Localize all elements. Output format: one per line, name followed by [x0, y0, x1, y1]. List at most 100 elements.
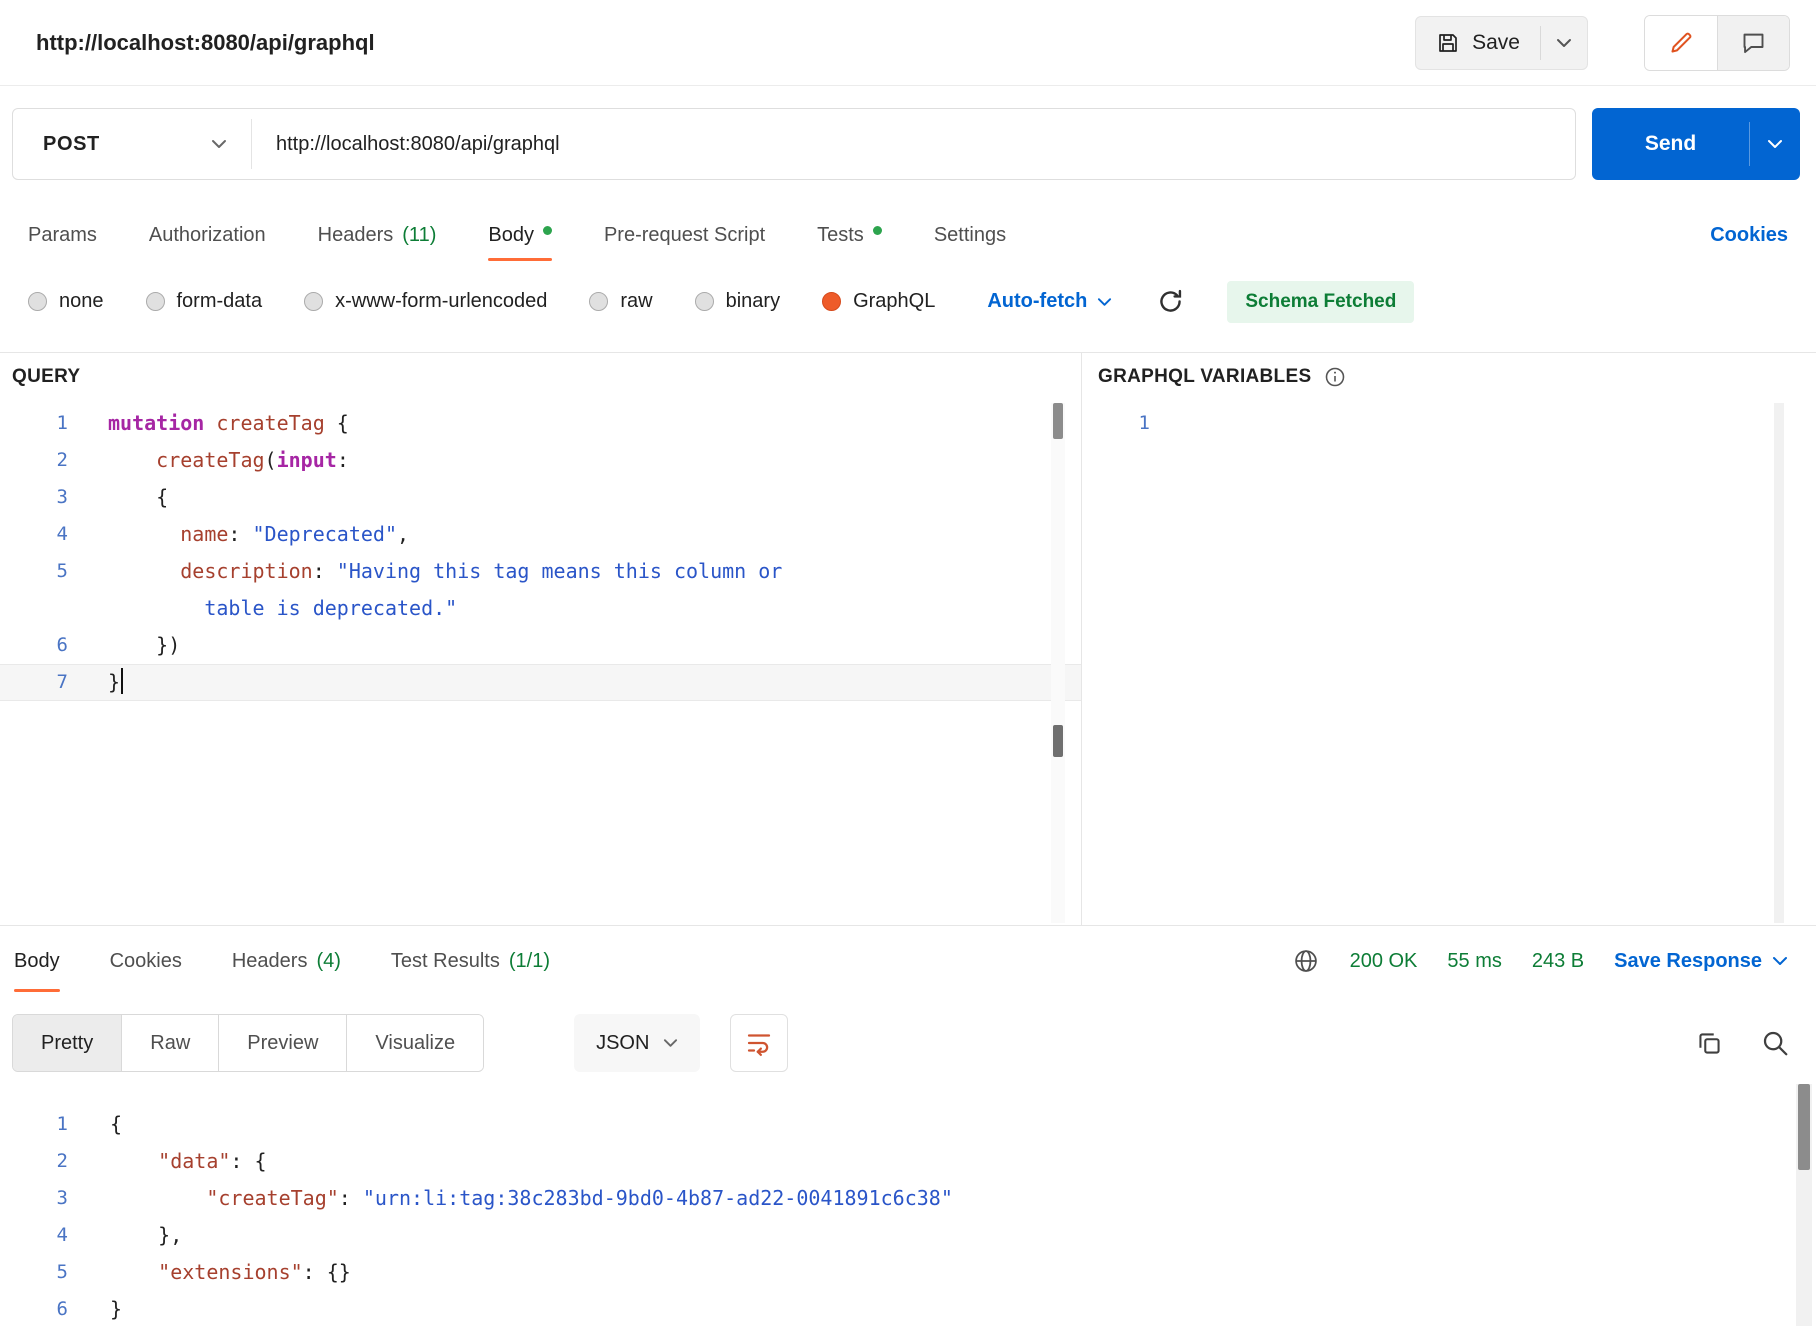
save-options-button[interactable]: [1541, 17, 1587, 69]
code-line[interactable]: 1mutation createTag {: [0, 405, 1081, 442]
send-options-button[interactable]: [1750, 108, 1800, 180]
save-response-dropdown[interactable]: Save Response: [1614, 950, 1788, 973]
query-scrollbar[interactable]: [1051, 403, 1065, 923]
tab-headers[interactable]: Headers (11): [318, 205, 437, 265]
code-text: }: [92, 1291, 122, 1328]
response-tab-cookies[interactable]: Cookies: [110, 926, 182, 996]
response-body-viewer[interactable]: 1{2 "data": {3 "createTag": "urn:li:tag:…: [0, 1080, 1816, 1330]
tab-label: Tests: [817, 224, 864, 247]
tab-pre-request-script[interactable]: Pre-request Script: [604, 205, 765, 265]
send-button[interactable]: Send: [1592, 108, 1749, 180]
tab-body[interactable]: Body: [488, 205, 552, 265]
body-type-form-data[interactable]: form-data: [146, 290, 263, 313]
comments-button[interactable]: [1717, 16, 1789, 70]
scrollbar-thumb[interactable]: [1798, 1084, 1810, 1170]
copy-icon: [1695, 1029, 1724, 1058]
save-response-label: Save Response: [1614, 950, 1762, 973]
line-number: 5: [0, 1254, 92, 1291]
variables-editor[interactable]: 1: [1082, 401, 1816, 925]
line-number: 6: [0, 1291, 92, 1328]
view-preview-button[interactable]: Preview: [218, 1015, 346, 1071]
query-panel-title: QUERY: [12, 366, 80, 388]
save-button[interactable]: Save: [1416, 17, 1540, 69]
tab-label: Pre-request Script: [604, 224, 765, 247]
body-type-none[interactable]: none: [28, 290, 104, 313]
copy-response-button[interactable]: [1695, 1029, 1724, 1058]
code-line[interactable]: 2 createTag(input:: [0, 442, 1081, 479]
code-line[interactable]: table is deprecated.": [0, 590, 1081, 627]
search-response-button[interactable]: [1760, 1028, 1790, 1058]
response-tab-body[interactable]: Body: [14, 926, 60, 996]
code-line[interactable]: 2 "data": {: [0, 1143, 1816, 1180]
body-type-x-www-form-urlencoded[interactable]: x-www-form-urlencoded: [304, 290, 547, 313]
send-button-group: Send: [1592, 108, 1800, 180]
info-icon[interactable]: [1323, 365, 1347, 389]
refresh-schema-button[interactable]: [1156, 287, 1185, 316]
scrollbar-thumb[interactable]: [1053, 403, 1063, 439]
line-number: [0, 590, 96, 627]
url-input[interactable]: [252, 109, 1575, 179]
globe-icon[interactable]: [1292, 947, 1320, 975]
code-line[interactable]: 6}: [0, 1291, 1816, 1328]
code-line[interactable]: 4 name: "Deprecated",: [0, 516, 1081, 553]
save-icon: [1436, 31, 1460, 55]
tab-label: Headers: [318, 224, 394, 247]
edit-request-button[interactable]: [1645, 16, 1717, 70]
status-code: 200 OK: [1350, 950, 1418, 973]
wrap-lines-button[interactable]: [730, 1014, 788, 1072]
code-line[interactable]: 7}: [0, 664, 1081, 701]
pencil-icon: [1668, 29, 1695, 56]
line-number: 1: [0, 405, 96, 442]
view-visualize-button[interactable]: Visualize: [346, 1015, 483, 1071]
code-text: mutation createTag {: [96, 405, 349, 442]
radio-label: GraphQL: [853, 290, 935, 313]
chevron-down-icon: [1772, 956, 1788, 966]
graphql-editors: QUERY 1mutation createTag {2 createTag(i…: [0, 353, 1816, 925]
radio-label: none: [59, 290, 104, 313]
line-number: 1: [0, 1106, 92, 1143]
tab-label: Cookies: [110, 950, 182, 973]
code-line[interactable]: 1: [1082, 405, 1816, 442]
code-text: "createTag": "urn:li:tag:38c283bd-9bd0-4…: [92, 1180, 953, 1217]
code-line[interactable]: 5 "extensions": {}: [0, 1254, 1816, 1291]
save-button-group: Save: [1415, 16, 1588, 70]
cookies-link[interactable]: Cookies: [1710, 224, 1788, 247]
code-line[interactable]: 4 },: [0, 1217, 1816, 1254]
code-line[interactable]: 3 "createTag": "urn:li:tag:38c283bd-9bd0…: [0, 1180, 1816, 1217]
response-scrollbar[interactable]: [1796, 1084, 1812, 1326]
code-line[interactable]: 6 }): [0, 627, 1081, 664]
response-size: 243 B: [1532, 950, 1584, 973]
line-number: 4: [0, 1217, 92, 1254]
code-line[interactable]: 3 {: [0, 479, 1081, 516]
auto-fetch-dropdown[interactable]: Auto-fetch: [987, 290, 1112, 313]
code-text: {: [96, 479, 168, 516]
method-select[interactable]: POST: [13, 109, 251, 179]
search-icon: [1760, 1028, 1790, 1058]
response-tab-test-results[interactable]: Test Results (1/1): [391, 926, 550, 996]
code-text: }: [96, 664, 123, 701]
body-type-raw[interactable]: raw: [589, 290, 652, 313]
code-line[interactable]: 1{: [0, 1106, 1816, 1143]
tab-authorization[interactable]: Authorization: [149, 205, 266, 265]
response-toolbar-actions: [1695, 1028, 1790, 1058]
body-type-graphql[interactable]: GraphQL: [822, 290, 935, 313]
query-editor[interactable]: 1mutation createTag {2 createTag(input:3…: [0, 401, 1081, 925]
body-type-binary[interactable]: binary: [695, 290, 780, 313]
code-text: createTag(input:: [96, 442, 349, 479]
line-number: 7: [0, 664, 96, 701]
tab-label: Authorization: [149, 224, 266, 247]
response-tab-headers[interactable]: Headers (4): [232, 926, 341, 996]
scrollbar-cursor-mark: [1053, 725, 1063, 757]
tab-params[interactable]: Params: [28, 205, 97, 265]
chevron-down-icon: [211, 139, 227, 149]
tab-count: (4): [316, 950, 340, 973]
tab-label: Params: [28, 224, 97, 247]
view-raw-button[interactable]: Raw: [121, 1015, 218, 1071]
tab-settings[interactable]: Settings: [934, 205, 1006, 265]
tab-tests[interactable]: Tests: [817, 205, 882, 265]
format-dropdown[interactable]: JSON: [574, 1014, 700, 1072]
view-pretty-button[interactable]: Pretty: [13, 1015, 121, 1071]
tab-count: (11): [402, 224, 436, 247]
variables-scrollbar[interactable]: [1774, 403, 1784, 923]
code-line[interactable]: 5 description: "Having this tag means th…: [0, 553, 1081, 590]
